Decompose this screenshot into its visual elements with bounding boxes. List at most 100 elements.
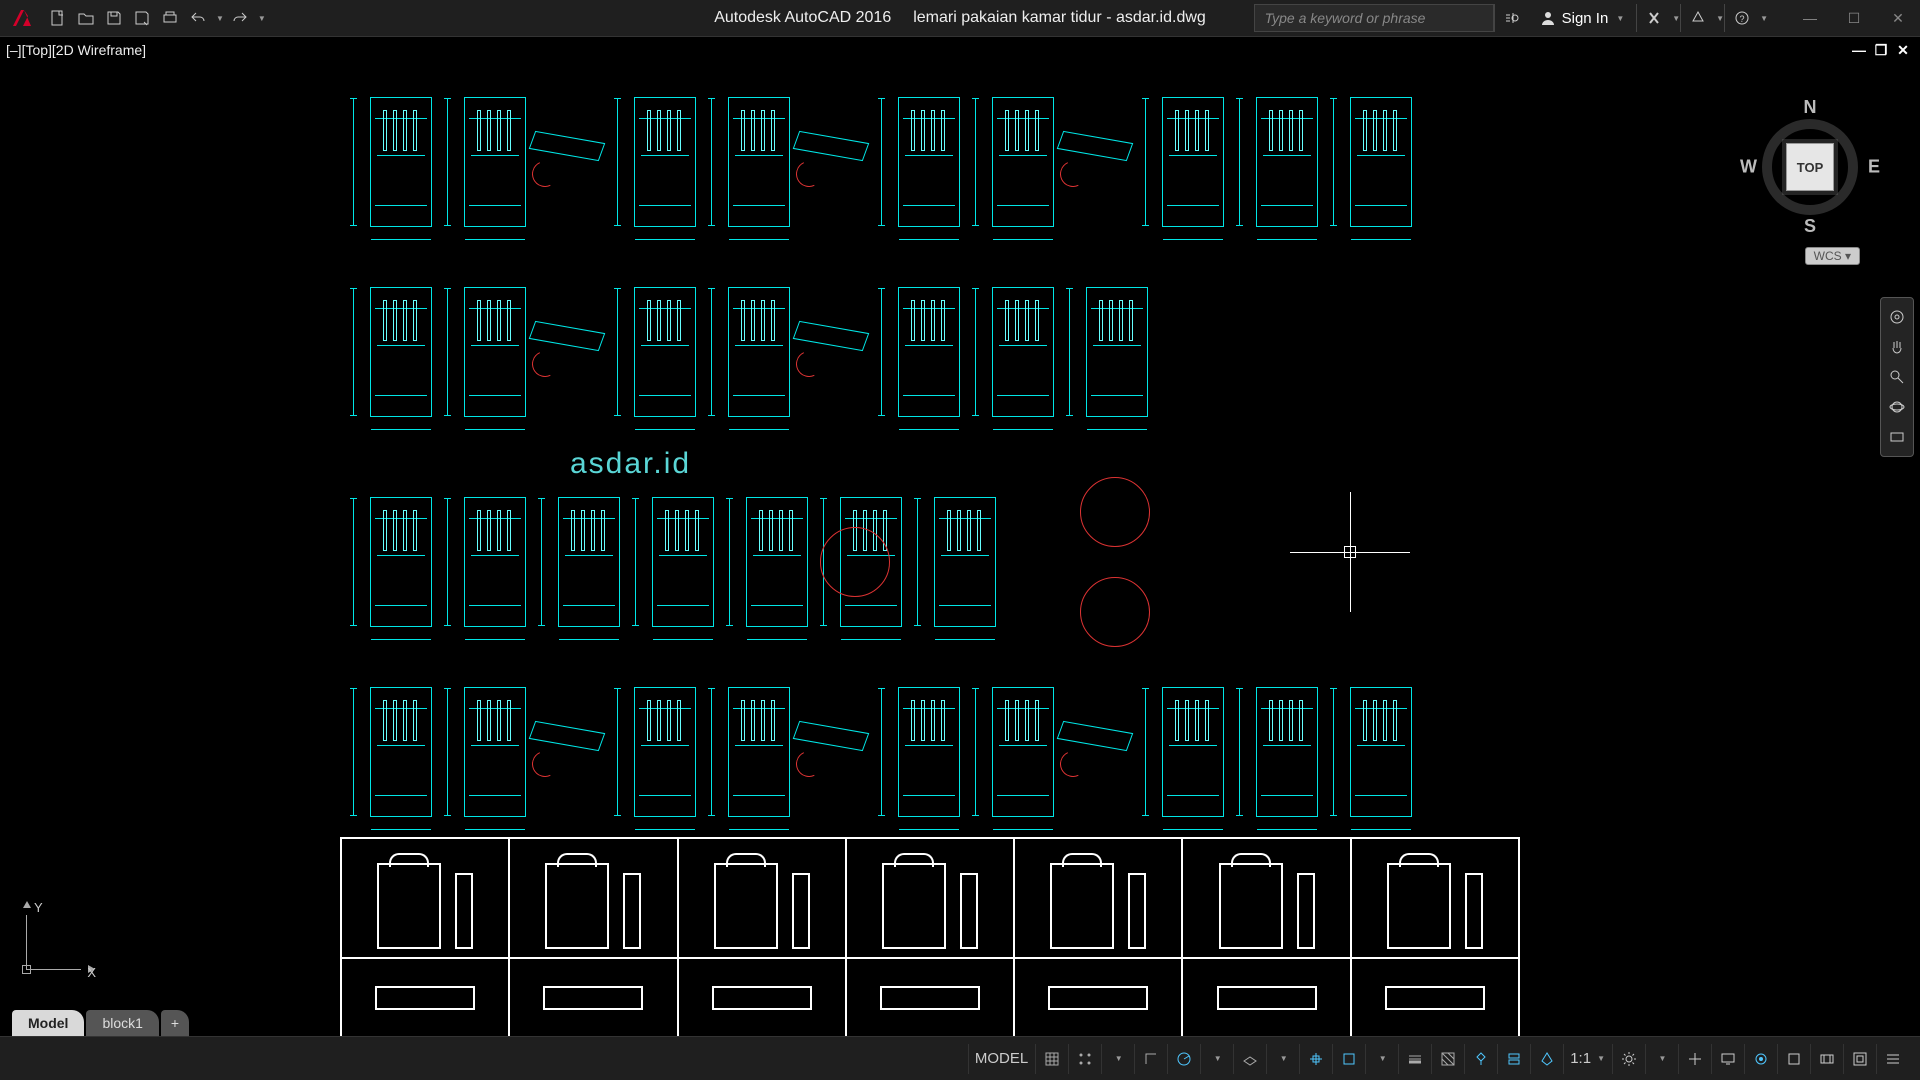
wardrobe-block — [370, 287, 432, 417]
sb-dyn-icon[interactable] — [1497, 1044, 1529, 1074]
a360-icon[interactable] — [1680, 4, 1714, 32]
sb-qp-icon[interactable] — [1530, 1044, 1562, 1074]
wardrobe-block — [898, 287, 960, 417]
wardrobe-block — [1086, 287, 1148, 417]
signin-dropdown-icon[interactable]: ▼ — [1616, 14, 1624, 23]
wardrobe-block — [464, 97, 526, 227]
sb-hwaccel-icon[interactable] — [1810, 1044, 1842, 1074]
wardrobe-block — [1162, 97, 1224, 227]
sb-annoscale[interactable]: 1:1▼ — [1563, 1044, 1611, 1074]
wardrobe-block — [634, 687, 696, 817]
app-name: Autodesk AutoCAD 2016 — [714, 9, 891, 27]
tab-add[interactable]: + — [161, 1010, 189, 1036]
ucs-y-label: Y — [34, 900, 43, 915]
help-dropdown-icon[interactable]: ▼ — [1760, 14, 1768, 23]
watermark: asdar.id — [570, 447, 691, 481]
sb-isodraft-icon[interactable] — [1233, 1044, 1265, 1074]
block-row-2 — [370, 287, 1148, 417]
wardrobe-block — [992, 287, 1054, 417]
detail-circle — [1080, 477, 1150, 547]
sb-custom-icon[interactable] — [1876, 1044, 1908, 1074]
wardrobe-block — [728, 97, 790, 227]
sb-snap-icon[interactable] — [1068, 1044, 1100, 1074]
wardrobe-block — [634, 97, 696, 227]
wardrobe-block — [464, 687, 526, 817]
sb-polar-dropdown-icon[interactable]: ▼ — [1200, 1044, 1232, 1074]
app-logo[interactable] — [10, 6, 34, 30]
window-title: Autodesk AutoCAD 2016 lemari pakaian kam… — [714, 9, 1206, 27]
maximize-btn[interactable]: ☐ — [1832, 0, 1876, 36]
undo-dropdown-icon[interactable]: ▼ — [216, 14, 224, 23]
infocenter-search[interactable]: Type a keyword or phrase — [1254, 4, 1494, 32]
redo-btn[interactable] — [228, 7, 252, 29]
wardrobe-block — [1256, 687, 1318, 817]
redo-dropdown-icon[interactable]: ▼ — [258, 14, 266, 23]
sb-osnap-icon[interactable] — [1299, 1044, 1331, 1074]
ucs-icon[interactable]: Y X — [20, 906, 90, 976]
wardrobe-block — [992, 97, 1054, 227]
wardrobe-block — [746, 497, 808, 627]
sb-isolate-icon[interactable] — [1777, 1044, 1809, 1074]
drawing-content: asdar.id — [0, 37, 1920, 1036]
signin-button[interactable]: Sign In ▼ — [1528, 4, 1637, 32]
sb-units-icon[interactable] — [1744, 1044, 1776, 1074]
sb-lwt-icon[interactable] — [1398, 1044, 1430, 1074]
sb-polar-icon[interactable] — [1167, 1044, 1199, 1074]
tab-model[interactable]: Model — [12, 1010, 84, 1036]
gallery-cell — [678, 958, 846, 1038]
search-go-icon[interactable] — [1494, 4, 1528, 32]
wardrobe-block — [634, 287, 696, 417]
wardrobe-block — [652, 497, 714, 627]
viewport-label[interactable]: [–][Top][2D Wireframe] — [6, 42, 146, 58]
sb-osnap-dropdown-icon[interactable]: ▼ — [1365, 1044, 1397, 1074]
quick-access-toolbar: ▼ ▼ — [46, 7, 266, 29]
sb-isodraft-dropdown-icon[interactable]: ▼ — [1266, 1044, 1298, 1074]
sb-transparency-icon[interactable] — [1431, 1044, 1463, 1074]
block-row-1 — [370, 97, 1412, 227]
sb-snap-dropdown-icon[interactable]: ▼ — [1101, 1044, 1133, 1074]
sb-3dosnap-icon[interactable] — [1332, 1044, 1364, 1074]
sb-monitor-icon[interactable] — [1711, 1044, 1743, 1074]
gallery-cell — [1014, 838, 1182, 958]
sb-sc-icon[interactable] — [1464, 1044, 1496, 1074]
wardrobe-block — [370, 497, 432, 627]
wardrobe-block — [464, 287, 526, 417]
wardrobe-block — [1256, 97, 1318, 227]
help-icon[interactable]: ? — [1724, 4, 1758, 32]
wardrobe-block — [370, 97, 432, 227]
gallery-cell — [1351, 838, 1519, 958]
sb-gear-icon[interactable] — [1612, 1044, 1644, 1074]
saveas-btn[interactable] — [130, 7, 154, 29]
gallery-cell — [678, 838, 846, 958]
drawing-area[interactable]: — ❐ ✕ N S W E TOP WCS ▾ asdar.id — [0, 36, 1920, 1036]
sb-ws-icon[interactable] — [1678, 1044, 1710, 1074]
close-btn[interactable]: ✕ — [1876, 0, 1920, 36]
sb-gear-dropdown-icon[interactable]: ▼ — [1645, 1044, 1677, 1074]
sb-grid-icon[interactable] — [1035, 1044, 1067, 1074]
minimize-btn[interactable]: — — [1788, 0, 1832, 36]
wardrobe-block — [464, 497, 526, 627]
gallery-cell — [1351, 958, 1519, 1038]
sb-ortho-icon[interactable] — [1134, 1044, 1166, 1074]
gallery-cell — [846, 958, 1014, 1038]
exchange-icon[interactable] — [1636, 4, 1670, 32]
a360-dropdown-icon[interactable]: ▼ — [1716, 14, 1724, 23]
wardrobe-block — [558, 497, 620, 627]
ucs-x-label: X — [87, 965, 96, 980]
tab-layout1[interactable]: block1 — [86, 1010, 158, 1036]
sb-cleanscreen-icon[interactable] — [1843, 1044, 1875, 1074]
wardrobe-block — [370, 687, 432, 817]
plot-btn[interactable] — [158, 7, 182, 29]
open-btn[interactable] — [74, 7, 98, 29]
save-btn[interactable] — [102, 7, 126, 29]
undo-btn[interactable] — [186, 7, 210, 29]
sb-model-toggle[interactable]: MODEL — [968, 1044, 1034, 1074]
layout-tabs: Model block1 + — [12, 1004, 189, 1036]
wardrobe-block — [1350, 97, 1412, 227]
block-row-3 — [370, 497, 996, 627]
gallery-cell — [1182, 958, 1350, 1038]
gallery-cell — [1014, 958, 1182, 1038]
gallery-cell — [846, 838, 1014, 958]
new-btn[interactable] — [46, 7, 70, 29]
exchange-dropdown-icon[interactable]: ▼ — [1672, 14, 1680, 23]
